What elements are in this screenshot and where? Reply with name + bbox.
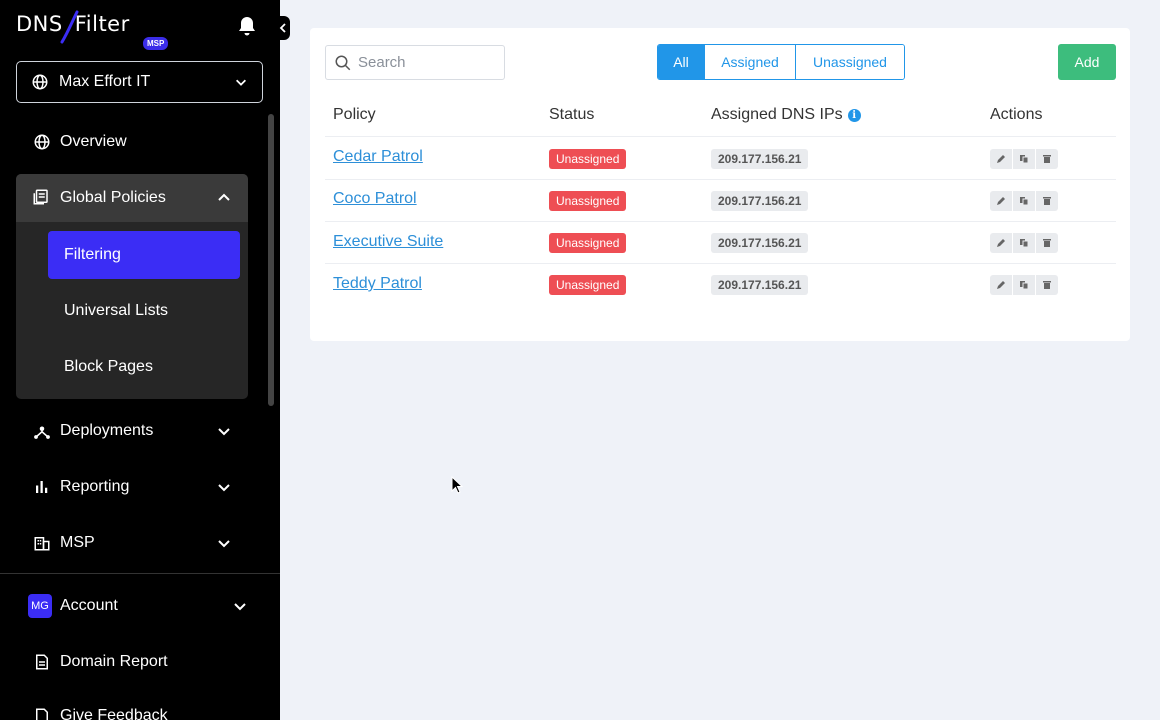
trash-icon[interactable] bbox=[1036, 191, 1058, 211]
nav-give-feedback-label: Give Feedback bbox=[60, 707, 168, 720]
edit-icon[interactable] bbox=[990, 191, 1012, 211]
trash-icon[interactable] bbox=[1036, 233, 1058, 253]
nav-block-pages[interactable]: Block Pages bbox=[48, 343, 240, 391]
organization-name: Max Effort IT bbox=[59, 73, 151, 90]
nav-msp-label: MSP bbox=[60, 534, 95, 551]
sidebar-scrollbar[interactable] bbox=[268, 114, 274, 406]
nav-give-feedback[interactable]: Give Feedback bbox=[16, 692, 248, 720]
trash-icon[interactable] bbox=[1036, 275, 1058, 295]
nav-overview[interactable]: Overview bbox=[16, 118, 248, 166]
nav-filtering[interactable]: Filtering bbox=[48, 231, 240, 279]
nav-domain-report-label: Domain Report bbox=[60, 653, 168, 670]
status-badge: Unassigned bbox=[549, 233, 627, 253]
chevron-down-icon bbox=[218, 428, 230, 436]
trash-icon[interactable] bbox=[1036, 149, 1058, 169]
edit-icon[interactable] bbox=[990, 275, 1012, 295]
table-divider bbox=[325, 136, 1116, 137]
status-filter-group: All Assigned Unassigned bbox=[657, 44, 905, 80]
ip-badge: 209.177.156.21 bbox=[711, 275, 809, 295]
column-header-assigned-ips: Assigned DNS IPs i bbox=[711, 106, 861, 124]
chevron-down-icon bbox=[234, 603, 246, 611]
status-badge: Unassigned bbox=[549, 191, 627, 211]
table-divider bbox=[325, 263, 1116, 264]
search-box[interactable] bbox=[325, 45, 505, 80]
copy-icon[interactable] bbox=[1013, 191, 1035, 211]
edit-icon[interactable] bbox=[990, 233, 1012, 253]
row-actions bbox=[990, 275, 1058, 295]
column-header-policy: Policy bbox=[333, 106, 376, 123]
nav-deployments[interactable]: Deployments bbox=[16, 407, 248, 455]
account-avatar: MG bbox=[28, 594, 52, 618]
status-badge: Unassigned bbox=[549, 275, 627, 295]
copy-icon[interactable] bbox=[1013, 275, 1035, 295]
nav-global-policies[interactable]: Global Policies bbox=[16, 174, 248, 222]
chevron-down-icon bbox=[218, 540, 230, 548]
row-actions bbox=[990, 149, 1058, 169]
info-icon[interactable]: i bbox=[847, 109, 861, 122]
add-policy-button[interactable]: Add bbox=[1058, 44, 1116, 80]
logo-slash-icon bbox=[60, 10, 79, 44]
status-badge: Unassigned bbox=[549, 149, 627, 169]
mouse-cursor-icon bbox=[451, 476, 463, 494]
chevron-down-icon bbox=[218, 484, 230, 492]
nav-msp[interactable]: MSP bbox=[16, 519, 248, 567]
ip-badge: 209.177.156.21 bbox=[711, 191, 809, 211]
sidebar: DNS Filter MSP Max Effort IT Overview Gl… bbox=[0, 0, 280, 720]
row-actions bbox=[990, 233, 1058, 253]
msp-badge: MSP bbox=[143, 37, 169, 50]
table-divider bbox=[325, 221, 1116, 222]
edit-icon[interactable] bbox=[990, 149, 1012, 169]
organization-select[interactable]: Max Effort IT bbox=[16, 61, 263, 103]
building-icon bbox=[32, 533, 52, 553]
nav-reporting-label: Reporting bbox=[60, 478, 130, 495]
policy-link[interactable]: Cedar Patrol bbox=[333, 148, 423, 166]
dnsfilter-logo[interactable]: DNS Filter MSP bbox=[16, 10, 176, 50]
column-header-status: Status bbox=[549, 106, 595, 123]
nav-global-policies-label: Global Policies bbox=[60, 189, 166, 206]
filter-all-button[interactable]: All bbox=[658, 45, 705, 79]
copy-icon[interactable] bbox=[1013, 233, 1035, 253]
globe-icon bbox=[32, 74, 48, 90]
column-header-assigned-ips-label: Assigned DNS IPs bbox=[711, 106, 843, 123]
column-header-actions: Actions bbox=[990, 106, 1043, 123]
row-actions bbox=[990, 191, 1058, 211]
collapse-sidebar-button[interactable] bbox=[276, 16, 290, 40]
nav-account-label: Account bbox=[60, 597, 118, 614]
nav-reporting[interactable]: Reporting bbox=[16, 463, 248, 511]
nav-domain-report[interactable]: Domain Report bbox=[16, 638, 248, 686]
nav-overview-label: Overview bbox=[60, 133, 127, 150]
chevron-left-icon bbox=[279, 23, 286, 33]
policies-icon bbox=[32, 188, 52, 208]
bell-icon[interactable] bbox=[235, 14, 259, 38]
policy-link[interactable]: Teddy Patrol bbox=[333, 275, 422, 293]
sidebar-divider bbox=[0, 573, 280, 574]
ip-badge: 209.177.156.21 bbox=[711, 233, 809, 253]
nav-account[interactable]: MG Account bbox=[16, 582, 264, 630]
policy-link[interactable]: Executive Suite bbox=[333, 233, 443, 251]
deployments-icon bbox=[32, 421, 52, 441]
globe-icon bbox=[32, 132, 52, 152]
filter-assigned-button[interactable]: Assigned bbox=[705, 45, 796, 79]
ip-badge: 209.177.156.21 bbox=[711, 149, 809, 169]
feedback-icon bbox=[32, 706, 52, 720]
document-icon bbox=[32, 652, 52, 672]
filter-unassigned-button[interactable]: Unassigned bbox=[796, 45, 904, 79]
search-input[interactable] bbox=[358, 54, 498, 71]
search-icon bbox=[335, 55, 351, 70]
reporting-icon bbox=[32, 477, 52, 497]
nav-deployments-label: Deployments bbox=[60, 422, 154, 439]
copy-icon[interactable] bbox=[1013, 149, 1035, 169]
table-divider bbox=[325, 179, 1116, 180]
policy-link[interactable]: Coco Patrol bbox=[333, 190, 417, 208]
chevron-up-icon bbox=[218, 193, 230, 201]
nav-universal-lists[interactable]: Universal Lists bbox=[48, 287, 240, 335]
chevron-down-icon bbox=[236, 79, 246, 86]
